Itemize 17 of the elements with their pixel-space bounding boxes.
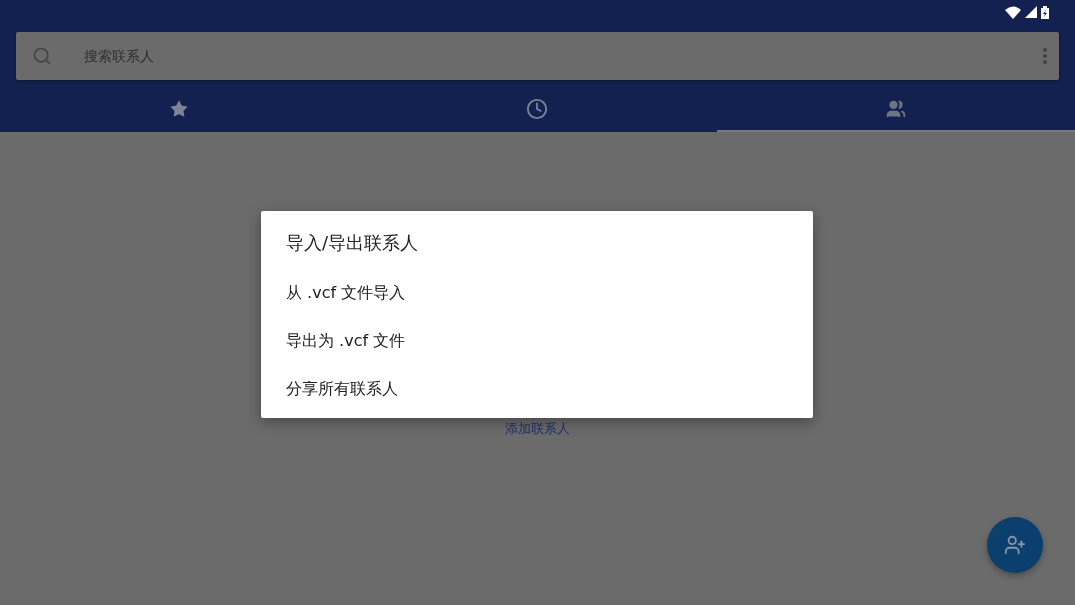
menu-item[interactable]: 分享所有联系人: [286, 365, 806, 413]
dialog-title: 导入/导出联系人: [286, 231, 420, 255]
wifi-icon: [1005, 5, 1021, 19]
more-options-button[interactable]: [1043, 48, 1047, 64]
search-icon: [32, 46, 52, 66]
menu-item[interactable]: 从 .vcf 文件导入: [286, 269, 806, 317]
star-icon: [169, 99, 190, 119]
clock-icon: [526, 98, 549, 120]
battery-icon: [1041, 5, 1049, 19]
search-bar[interactable]: 搜索联系人: [16, 32, 1059, 80]
menu-item[interactable]: 导出为 .vcf 文件: [286, 317, 806, 365]
people-icon: [885, 99, 906, 119]
search-field[interactable]: 搜索联系人: [82, 47, 1043, 65]
signal-icon: [1025, 6, 1037, 18]
add-person-icon: [1004, 534, 1026, 556]
more-vertical-icon: [1043, 48, 1047, 64]
add-contact-button[interactable]: [987, 517, 1043, 573]
